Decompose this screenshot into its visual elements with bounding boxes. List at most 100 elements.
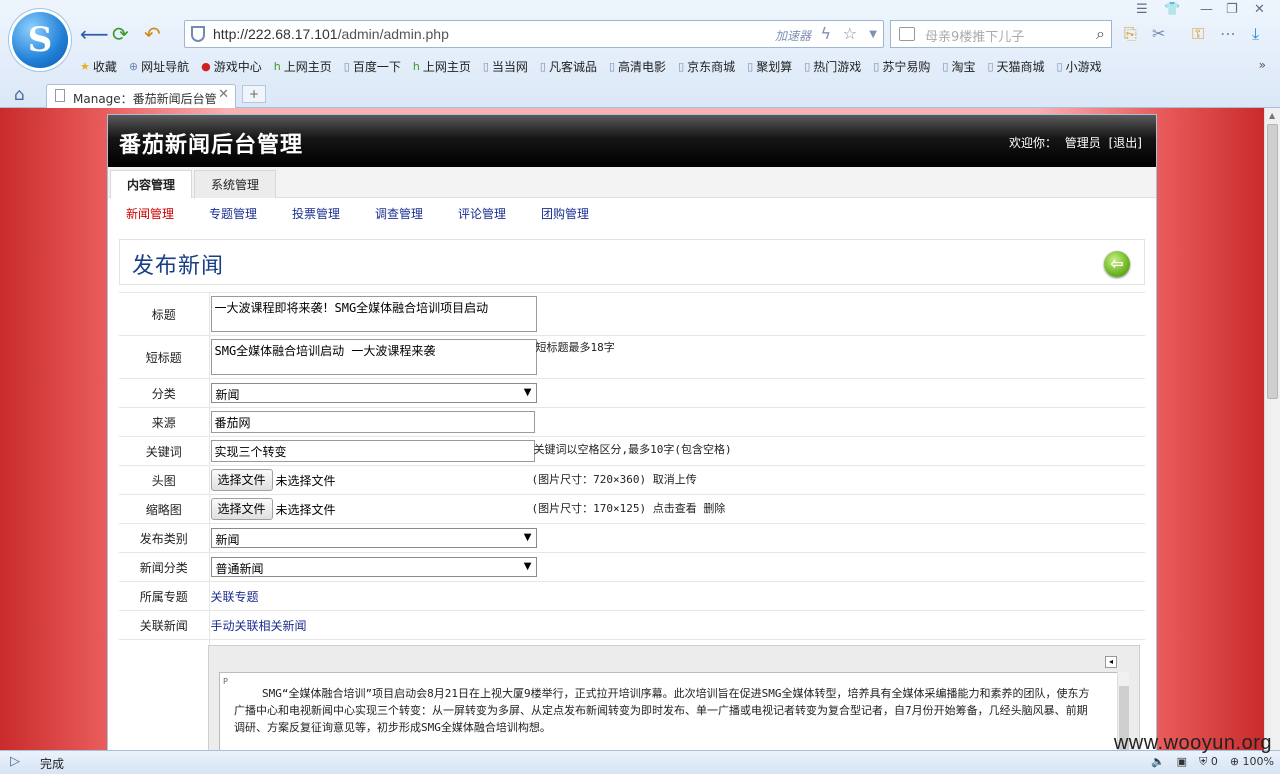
- back-circle-icon[interactable]: ⇦: [1104, 251, 1130, 277]
- zoom-level[interactable]: ⊕ 100%: [1230, 755, 1274, 769]
- scroll-thumb[interactable]: [1267, 124, 1278, 399]
- subtab-group-buy[interactable]: 团购管理: [541, 205, 589, 222]
- thumbnail-choose-button[interactable]: 选择文件: [210, 498, 273, 520]
- publish-type-select[interactable]: 新闻 ▼: [210, 528, 537, 548]
- search-icon[interactable]: ⌕: [1096, 24, 1105, 44]
- editor-collapse-icon[interactable]: ◂: [1105, 656, 1117, 668]
- tab-system-management[interactable]: 系统管理: [194, 170, 277, 198]
- tab-content-management[interactable]: 内容管理: [110, 170, 193, 198]
- keywords-input[interactable]: 实现三个转变: [210, 440, 535, 462]
- logout-link[interactable]: [退出]: [1109, 136, 1142, 150]
- restore-icon[interactable]: ❐: [1226, 2, 1238, 17]
- category-selected: 新闻: [215, 388, 240, 402]
- bookmark-item[interactable]: ▯ 苏宁易购: [869, 57, 938, 75]
- block-count[interactable]: ⛨ 0: [1199, 755, 1218, 769]
- bookmark-item[interactable]: ▯ 聚划算: [743, 57, 800, 75]
- editor-content-area[interactable]: P SMG“全媒体融合培训”项目启动会8月21日在上视大厦9楼举行，正式拉开培训…: [219, 672, 1119, 750]
- subtab-votes[interactable]: 投票管理: [292, 205, 340, 222]
- bookmark-item[interactable]: ▯ 凡客诚品: [536, 57, 605, 75]
- more-icon[interactable]: ⋯: [1220, 24, 1236, 43]
- bookmark-item[interactable]: ▯ 热门游戏: [800, 57, 869, 75]
- menu-icon[interactable]: ☰: [1136, 2, 1148, 17]
- accelerator-label[interactable]: 加速器: [775, 27, 811, 44]
- address-bar[interactable]: http://222.68.17.101/admin/admin.php 加速器…: [184, 20, 884, 48]
- bookmark-item[interactable]: ▯ 淘宝: [938, 57, 983, 75]
- chevron-down-icon: ▼: [523, 532, 532, 543]
- bookmark-item[interactable]: ▯ 百度一下: [340, 57, 409, 75]
- close-tab-icon[interactable]: ✕: [218, 87, 229, 102]
- bookmark-item[interactable]: h 上网主页: [409, 57, 479, 75]
- bookmark-item[interactable]: ⊕ 网址导航: [125, 57, 197, 75]
- form-row-news-category: 新闻分类 普通新闻 ▼: [119, 552, 1145, 582]
- bookmark-item[interactable]: ★ 收藏: [76, 57, 125, 75]
- zoom-value: 100%: [1242, 755, 1274, 768]
- block-count-value: 0: [1210, 755, 1218, 768]
- short-title-input[interactable]: SMG全媒体融合培训启动 一大波课程来袭: [210, 339, 537, 375]
- refresh-icon[interactable]: ⟳: [112, 22, 129, 46]
- lightning-icon[interactable]: ϟ: [820, 24, 831, 43]
- head-image-choose-button[interactable]: 选择文件: [210, 469, 273, 491]
- bookmark-label: 当当网: [491, 59, 528, 74]
- bookmark-item[interactable]: ● 游戏中心: [197, 57, 270, 75]
- undo-icon[interactable]: ↶: [144, 22, 161, 46]
- volume-icon[interactable]: 🔈: [1151, 755, 1165, 769]
- browser-tab[interactable]: Manage：番茄新闻后台管 ✕: [46, 84, 236, 108]
- source-input[interactable]: 番茄网: [210, 411, 535, 433]
- back-arrow-icon[interactable]: ⟵: [80, 22, 109, 46]
- link-topic[interactable]: 关联专题: [211, 590, 259, 604]
- form-row-keywords: 关键词 实现三个转变 关键词以空格区分,最多10字(包含空格): [119, 436, 1145, 466]
- sogou-browser-logo[interactable]: S: [12, 12, 68, 68]
- subtab-news[interactable]: 新闻管理: [126, 205, 174, 222]
- favorite-star-icon[interactable]: ☆: [843, 24, 857, 43]
- bookmark-item[interactable]: h 上网主页: [270, 57, 340, 75]
- bookmarks-bar: ★ 收藏 ⊕ 网址导航 ● 游戏中心 h 上网主页 ▯ 百度一下 h 上网主页 ▯ 当当网 ▯ 凡客诚品 ▯ 高清…: [76, 57, 1110, 75]
- extension-icon[interactable]: ⎘: [1124, 24, 1137, 44]
- category-select[interactable]: 新闻 ▼: [210, 383, 537, 403]
- page-icon: ▯: [608, 59, 616, 73]
- bookmark-item[interactable]: ▯ 天猫商城: [983, 57, 1052, 75]
- scroll-up-icon[interactable]: ▲: [1269, 111, 1275, 120]
- scissors-icon[interactable]: ✂: [1152, 24, 1165, 43]
- thumbnail-hint[interactable]: (图片尺寸：170×125) 点击查看 删除: [532, 500, 726, 516]
- news-category-label: 新闻分类: [119, 552, 210, 582]
- security-shield-icon: [191, 26, 205, 42]
- bookmarks-more-icon[interactable]: »: [1259, 58, 1266, 72]
- short-title-label: 短标题: [119, 335, 210, 379]
- page-scrollbar[interactable]: ▲: [1264, 108, 1280, 750]
- new-tab-button[interactable]: +: [242, 85, 266, 103]
- bookmark-item[interactable]: ▯ 小游戏: [1053, 57, 1110, 75]
- status-right: 🔈 ▣ ⛨ 0 ⊕ 100%: [1151, 755, 1274, 769]
- bookmark-label: 收藏: [92, 59, 117, 74]
- minimize-icon[interactable]: —: [1200, 2, 1213, 17]
- subtab-surveys[interactable]: 调查管理: [375, 205, 423, 222]
- title-input[interactable]: 一大波课程即将来袭！SMG全媒体融合培训项目启动: [210, 296, 537, 332]
- search-engine-icon[interactable]: [899, 27, 915, 41]
- form-row-thumbnail: 缩略图 选择文件 未选择文件 (图片尺寸：170×125) 点击查看 删除: [119, 494, 1145, 524]
- url-text[interactable]: http://222.68.17.101/admin/admin.php: [213, 26, 449, 42]
- bookmark-label: 聚划算: [756, 59, 793, 74]
- play-icon[interactable]: ▷: [10, 754, 20, 769]
- close-window-icon[interactable]: ✕: [1254, 2, 1265, 17]
- link-related-news[interactable]: 手动关联相关新闻: [211, 619, 307, 633]
- bookmark-label: 天猫商城: [996, 59, 1045, 74]
- head-image-hint[interactable]: (图片尺寸：720×360) 取消上传: [532, 471, 697, 487]
- thumbnail-label: 缩略图: [119, 494, 210, 524]
- bookmark-item[interactable]: ▯ 高清电影: [605, 57, 674, 75]
- admin-panel: 番茄新闻后台管理 欢迎你： 管理员 [退出] 内容管理 系统管理 新闻管理 专题…: [107, 114, 1157, 750]
- home-icon[interactable]: ⌂: [14, 85, 25, 105]
- rich-text-editor[interactable]: ◂ P SMG“全媒体融合培训”项目启动会8月21日在上视大厦9楼举行，正式拉开…: [208, 645, 1140, 750]
- bookmark-item[interactable]: ▯ 京东商城: [674, 57, 743, 75]
- subtab-topics[interactable]: 专题管理: [209, 205, 257, 222]
- body-text[interactable]: SMG“全媒体融合培训”项目启动会8月21日在上视大厦9楼举行，正式拉开培训序幕…: [234, 685, 1090, 736]
- download-icon[interactable]: ⤓: [1252, 24, 1259, 44]
- key-icon[interactable]: ⚿: [1192, 24, 1204, 44]
- subtab-comments[interactable]: 评论管理: [458, 205, 506, 222]
- search-box[interactable]: 母亲9楼推下儿子 ⌕: [890, 20, 1112, 48]
- bookmark-item[interactable]: ▯ 当当网: [479, 57, 536, 75]
- screenshot-icon[interactable]: ▣: [1177, 755, 1187, 769]
- form-row-title: 标题 一大波课程即将来袭！SMG全媒体融合培训项目启动: [119, 292, 1145, 336]
- skin-icon[interactable]: 👕: [1164, 2, 1180, 17]
- form-row-publish-type: 发布类别 新闻 ▼: [119, 523, 1145, 553]
- dropdown-arrow-icon[interactable]: ▼: [869, 29, 877, 40]
- news-category-select[interactable]: 普通新闻 ▼: [210, 557, 537, 577]
